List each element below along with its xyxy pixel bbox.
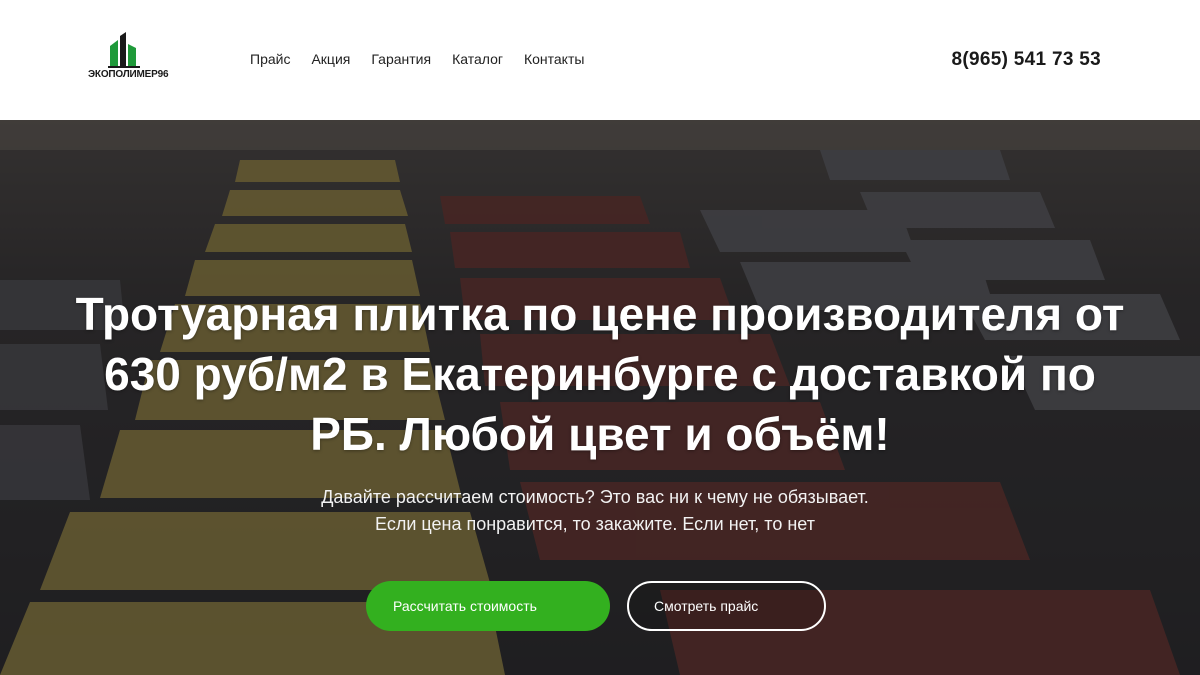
hero-subtitle-line-2: Если цена понравится, то закажите. Если … [375,514,815,534]
building-logo-icon [108,32,140,68]
hero-subtitle: Давайте рассчитаем стоимость? Это вас ни… [200,484,990,538]
hero-subtitle-line-1: Давайте рассчитаем стоимость? Это вас ни… [321,487,869,507]
nav-link-promo[interactable]: Акция [311,51,350,71]
view-price-button[interactable]: Смотреть прайс [627,581,826,631]
logo-text: ЭКОПОЛИМЕР96 [88,69,169,80]
calculate-cost-button[interactable]: Рассчитать стоимость [366,581,610,631]
site-header: ЭКОПОЛИМЕР96 Прайс Акция Гарантия Катало… [0,0,1200,120]
phone-number[interactable]: 8(965) 541 73 53 [951,49,1101,71]
nav-link-price[interactable]: Прайс [250,51,290,71]
logo[interactable]: ЭКОПОЛИМЕР96 [88,32,169,84]
hero-title: Тротуарная плитка по цене производителя … [75,288,1125,460]
main-nav: Прайс Акция Гарантия Каталог Контакты [250,51,584,71]
nav-link-catalog[interactable]: Каталог [452,51,503,71]
hero-section: Тротуарная плитка по цене производителя … [0,120,1200,675]
nav-link-contacts[interactable]: Контакты [524,51,584,71]
nav-link-warranty[interactable]: Гарантия [371,51,431,71]
